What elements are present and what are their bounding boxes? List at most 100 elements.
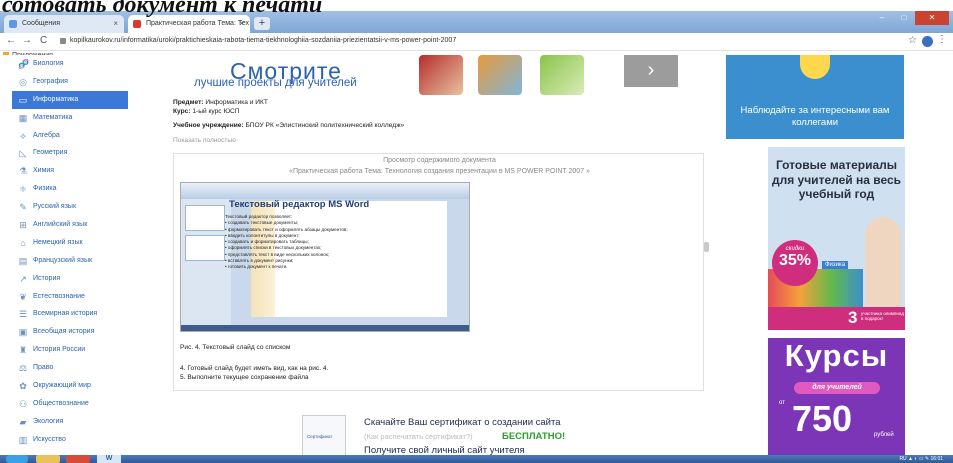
sidebar-item[interactable]: ⟡ Алгебра xyxy=(0,127,128,145)
address-bar: ← → C kopilkaurokov.ru/informatika/uroki… xyxy=(0,33,953,51)
subject-sidebar: 🧬 Биология ◎ География ▭ Информатика ▦ Математи… xyxy=(0,55,128,455)
certificate-image[interactable]: Сертификат xyxy=(302,415,346,459)
subject-icon: 🧬 xyxy=(18,59,30,69)
sidebar-item[interactable]: 🧬 Биология xyxy=(0,55,128,73)
show-full-link[interactable]: Показать полностью xyxy=(173,137,236,144)
browser-menu-icon[interactable]: ⋮ xyxy=(937,34,947,45)
sidebar-item[interactable]: ▣ Всеобщая история xyxy=(0,323,128,341)
sidebar-item[interactable]: ⚇ Обществознание xyxy=(0,395,128,413)
slide-list-text: создавать и форматировать таблицы; xyxy=(227,239,309,245)
subject-icon: ☰ xyxy=(18,309,28,320)
product-image[interactable] xyxy=(419,55,463,95)
sidebar-item-label: Геометрия xyxy=(33,149,68,157)
course-line: Курс: 1-ый курс ЮСП xyxy=(173,108,240,115)
maximize-icon[interactable]: □ xyxy=(893,11,915,25)
back-icon[interactable]: ← xyxy=(6,35,16,46)
sidebar-item[interactable]: ◎ География xyxy=(0,73,128,91)
viewer-scrollbar[interactable] xyxy=(704,242,709,252)
minimize-icon[interactable]: – xyxy=(871,11,893,25)
word-icon[interactable]: W xyxy=(97,455,121,463)
sidebar-item[interactable]: ⌂ Немецкий язык xyxy=(0,234,128,252)
sidebar-item[interactable]: ✿ Окружающий мир xyxy=(0,377,128,395)
sidebar-item-label: Немецкий язык xyxy=(33,238,83,246)
step-5: 5. Выполните текущее сохранение файла xyxy=(180,374,309,381)
sidebar-item[interactable]: ⚖ Право xyxy=(0,359,128,377)
sidebar-item[interactable]: ✎ Русский язык xyxy=(0,198,128,216)
slide-list-text: вводить колонтитулы в документ; xyxy=(227,232,300,238)
certificate-card-label: Сертификат xyxy=(307,434,333,439)
sidebar-item[interactable]: ♜ История России xyxy=(0,341,128,359)
sidebar-item[interactable]: ▰ Экология xyxy=(0,413,128,431)
materials-ad[interactable]: Готовые материалы для учителей на весь у… xyxy=(768,147,905,330)
subject-icon: ⚛ xyxy=(18,184,28,195)
document-viewer: Просмотр содержимого документа «Практиче… xyxy=(173,153,704,391)
subject-icon: ▦ xyxy=(18,112,28,123)
slide-list-text: вставлять в документ рисунки; xyxy=(227,258,294,264)
sidebar-item[interactable]: ⚛ Физика xyxy=(0,180,128,198)
free-label: БЕСПЛАТНО! xyxy=(502,431,566,442)
taskbar: W RU ▲ ◐ ▭ ✎ 16:01 xyxy=(0,455,953,463)
sidebar-item[interactable]: ▥ Искусство xyxy=(0,431,128,449)
olympiad-count: 3 xyxy=(848,308,858,327)
tab-label: Практическая работа Тема: Тех xyxy=(146,20,249,27)
start-button[interactable] xyxy=(6,455,28,463)
close-window-icon[interactable]: ✕ xyxy=(915,11,949,25)
certificate-block: Сертификат Скачайте Ваш сертификат о соз… xyxy=(302,415,602,459)
sidebar-item-label: География xyxy=(33,77,68,85)
extension-icon[interactable] xyxy=(922,36,933,47)
sidebar-item[interactable]: ☰ Всемирная история xyxy=(0,305,128,323)
url-field[interactable]: kopilkaurokov.ru/informatika/uroki/prakt… xyxy=(70,37,456,44)
sidebar-item[interactable]: ⚗ Химия xyxy=(0,162,128,180)
bookmark-star-icon[interactable]: ☆ xyxy=(908,35,917,46)
how-to-print-link[interactable]: (Как распечатать сертификат?) xyxy=(364,432,473,441)
sidebar-item[interactable]: ▦ Математика xyxy=(0,109,128,127)
sidebar-item-label: Всемирная история xyxy=(33,310,98,318)
status-bar xyxy=(181,325,469,331)
slide-list: Текстовый редактор позволяет: • создават… xyxy=(225,214,375,271)
colleagues-ad-text: Наблюдайте за интересными вам коллегами xyxy=(740,105,890,128)
sidebar-item[interactable]: ▭ Информатика xyxy=(12,90,128,109)
materials-ad-title: Готовые материалы для учителей на весь у… xyxy=(771,158,902,201)
next-arrow-button[interactable]: › xyxy=(624,55,678,87)
product-image[interactable] xyxy=(478,55,522,95)
reload-icon[interactable]: C xyxy=(40,35,47,46)
sidebar-item[interactable]: ▤ Французский язык xyxy=(0,252,128,270)
step-4: 4. Готовый слайд будет иметь вид, как на… xyxy=(180,365,329,372)
colleagues-ad[interactable]: Наблюдайте за интересными вам коллегами xyxy=(726,55,904,139)
document-title: «Практическая работа Тема: Технология со… xyxy=(289,168,590,175)
discount-badge: скидки 35% xyxy=(772,240,818,286)
sidebar-item[interactable]: ↗ История xyxy=(0,270,128,288)
slide-title: Текстовый редактор MS Word xyxy=(229,199,370,210)
close-icon[interactable]: × xyxy=(239,19,244,28)
forward-icon[interactable]: → xyxy=(22,35,32,46)
slide-thumbnail xyxy=(185,205,225,231)
product-image[interactable] xyxy=(540,55,584,95)
subject-icon: ♜ xyxy=(18,345,28,356)
subject-icon: ⚇ xyxy=(18,398,28,409)
subject-icon: ⌂ xyxy=(20,237,26,248)
subject-icon: ◎ xyxy=(19,76,27,87)
sidebar-item-label: Русский язык xyxy=(33,203,77,211)
sidebar-item[interactable]: ⊞ Английский язык xyxy=(0,216,128,234)
subject-icon: ◺ xyxy=(19,148,27,159)
lock-icon xyxy=(60,38,66,44)
sidebar-item-label: Биология xyxy=(33,60,64,67)
viewer-heading: Просмотр содержимого документа xyxy=(383,157,496,164)
subject-icon: ✿ xyxy=(19,381,27,392)
explorer-icon[interactable] xyxy=(36,455,60,463)
courses-ad[interactable]: Курсы для учителей от 750 рублей xyxy=(768,338,905,456)
subject-icon: ❦ xyxy=(19,291,27,302)
slide-list-text: форматировать текст и оформлять абзацы д… xyxy=(227,226,348,232)
subject-icon: ✎ xyxy=(19,202,27,213)
olympiad-text: участника олимпиад в подарок! xyxy=(861,311,904,321)
subject-icon: ▥ xyxy=(18,434,28,445)
sidebar-item-label: Химия xyxy=(33,167,55,175)
certificate-download-link[interactable]: Скачайте Ваш сертификат о создании сайта xyxy=(364,417,561,428)
sidebar-item-label: Окружающий мир xyxy=(33,382,91,390)
chrome-icon[interactable] xyxy=(66,455,90,463)
close-icon[interactable]: × xyxy=(113,19,118,28)
sidebar-item[interactable]: ◺ Геометрия xyxy=(0,144,128,162)
subject-icon: ⚗ xyxy=(18,166,28,177)
sidebar-item[interactable]: ❦ Естествознание xyxy=(0,288,128,306)
olympiad-strip: 3 участника олимпиад в подарок! xyxy=(768,307,905,330)
